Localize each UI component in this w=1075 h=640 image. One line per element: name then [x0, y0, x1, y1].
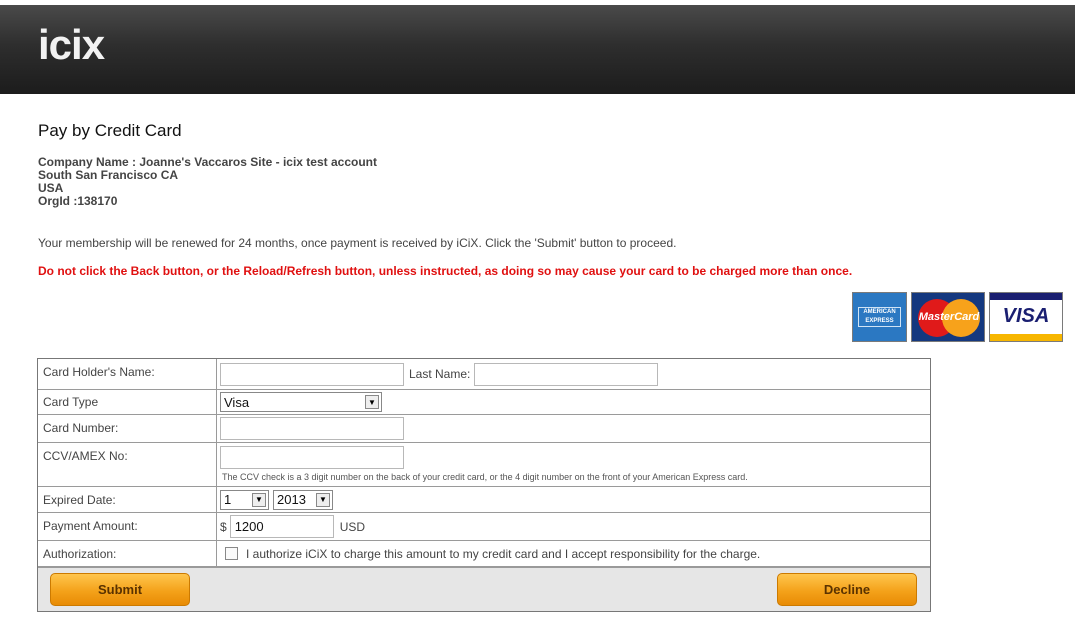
company-info: Company Name : Joanne's Vaccaros Site - …	[38, 156, 377, 208]
exp-month-select[interactable]: 1 ▼	[220, 489, 269, 510]
exp-year-select[interactable]: 2013 ▼	[273, 489, 333, 510]
button-bar: Submit Decline	[38, 567, 930, 611]
currency-symbol: $	[220, 519, 227, 534]
card-number-row: Card Number:	[38, 415, 930, 443]
authorization-row: Authorization: I authorize iCiX to charg…	[38, 541, 930, 567]
renewal-notice: Your membership will be renewed for 24 m…	[38, 236, 677, 250]
chevron-down-icon[interactable]: ▼	[365, 395, 379, 409]
authorization-label: Authorization:	[38, 541, 217, 566]
card-type-select[interactable]: Visa ▼	[220, 392, 382, 412]
last-name-input[interactable]	[474, 362, 659, 386]
last-name-label: Last Name:	[409, 367, 471, 381]
payment-amount-label: Payment Amount:	[38, 513, 217, 540]
header-bar: icix	[0, 5, 1075, 94]
card-type-row: Card Type Visa ▼	[38, 390, 930, 415]
amount-input[interactable]	[229, 515, 334, 538]
ccv-row: CCV/AMEX No: The CCV check is a 3 digit …	[38, 443, 930, 487]
currency-label: USD	[339, 519, 366, 534]
card-holder-row: Card Holder's Name: Last Name:	[38, 359, 930, 390]
chevron-down-icon[interactable]: ▼	[252, 492, 266, 507]
ccv-help-text: The CCV check is a 3 digit number on the…	[222, 472, 748, 482]
chevron-down-icon[interactable]: ▼	[316, 492, 330, 507]
amex-logo: AMERICAN EXPRESS	[852, 292, 907, 342]
payment-amount-row: Payment Amount: $ USD	[38, 513, 930, 541]
decline-button[interactable]: Decline	[777, 573, 917, 606]
icix-logo: icix	[38, 21, 105, 68]
payment-form: Card Holder's Name: Last Name: Card Type…	[37, 358, 931, 612]
authorization-text: I authorize iCiX to charge this amount t…	[246, 546, 761, 561]
card-holder-label: Card Holder's Name:	[38, 359, 217, 389]
first-name-input[interactable]	[220, 362, 404, 386]
ccv-label: CCV/AMEX No:	[38, 443, 217, 486]
mastercard-logo: MasterCard	[911, 292, 985, 342]
warning-message: Do not click the Back button, or the Rel…	[38, 264, 853, 278]
authorize-checkbox[interactable]	[225, 547, 238, 560]
page-title: Pay by Credit Card	[38, 121, 182, 140]
ccv-input[interactable]	[220, 446, 404, 469]
card-type-label: Card Type	[38, 390, 217, 414]
expired-date-row: Expired Date: 1 ▼ 2013 ▼	[38, 487, 930, 513]
visa-logo: VISA	[989, 292, 1063, 342]
card-number-input[interactable]	[220, 417, 404, 440]
submit-button[interactable]: Submit	[50, 573, 190, 606]
company-city: South San Francisco CA	[38, 168, 179, 182]
expired-date-label: Expired Date:	[38, 487, 217, 512]
card-number-label: Card Number:	[38, 415, 217, 442]
company-orgid: OrgId :138170	[38, 194, 118, 208]
